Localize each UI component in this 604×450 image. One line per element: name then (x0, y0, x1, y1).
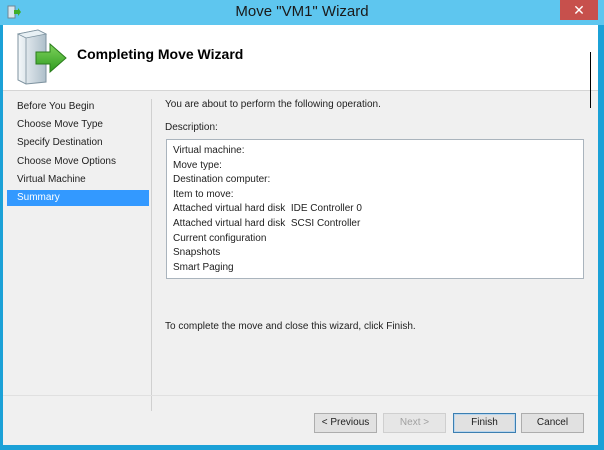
nav-item-summary[interactable]: Summary (7, 190, 149, 206)
previous-button[interactable]: < Previous (314, 413, 377, 433)
wizard-steps-nav: Before You Begin Choose Move Type Specif… (3, 92, 149, 392)
description-line: Smart Paging (173, 261, 234, 273)
nav-item-before-you-begin[interactable]: Before You Begin (7, 99, 149, 115)
wizard-window: Move "VM1" Wizard ✕ Completing Move Wiza… (0, 0, 604, 450)
description-line: Virtual machine: (173, 145, 245, 156)
server-arrow-icon (16, 29, 67, 85)
resize-cursor-icon (590, 52, 591, 108)
nav-item-choose-move-options[interactable]: Choose Move Options (7, 154, 149, 170)
nav-item-virtual-machine[interactable]: Virtual Machine (7, 172, 149, 188)
page-title: Completing Move Wizard (77, 46, 244, 62)
description-line: Move type: (173, 159, 222, 171)
nav-item-specify-destination[interactable]: Specify Destination (7, 135, 149, 151)
description-line: Item to move: (173, 188, 234, 200)
description-label: Description: (165, 122, 218, 133)
description-line: Attached virtual hard disk SCSI Controll… (173, 217, 361, 229)
intro-text: You are about to perform the following o… (165, 99, 381, 110)
description-line: Attached virtual hard disk IDE Controlle… (173, 203, 362, 215)
finish-button[interactable]: Finish (453, 413, 516, 433)
window-title: Move "VM1" Wizard (235, 3, 369, 20)
description-line: Snapshots (173, 247, 221, 259)
wizard-header: Completing Move Wizard (3, 25, 598, 91)
cancel-button[interactable]: Cancel (521, 413, 584, 433)
footer-divider (3, 395, 598, 396)
next-button[interactable]: Next > (383, 413, 446, 433)
description-line: Destination computer: (173, 174, 271, 186)
title-bar[interactable]: Move "VM1" Wizard ✕ (0, 0, 604, 25)
description-box[interactable]: Virtual machine: Move type: Destination … (166, 139, 584, 279)
nav-item-choose-move-type[interactable]: Choose Move Type (7, 117, 149, 133)
finish-instructions: To complete the move and close this wiza… (165, 321, 416, 332)
summary-panel: You are about to perform the following o… (165, 95, 585, 395)
wizard-client-area: Completing Move Wizard Before You Begin … (3, 25, 598, 445)
nav-divider (151, 99, 152, 411)
description-line: Current configuration (173, 232, 267, 244)
close-button[interactable]: ✕ (560, 0, 598, 20)
